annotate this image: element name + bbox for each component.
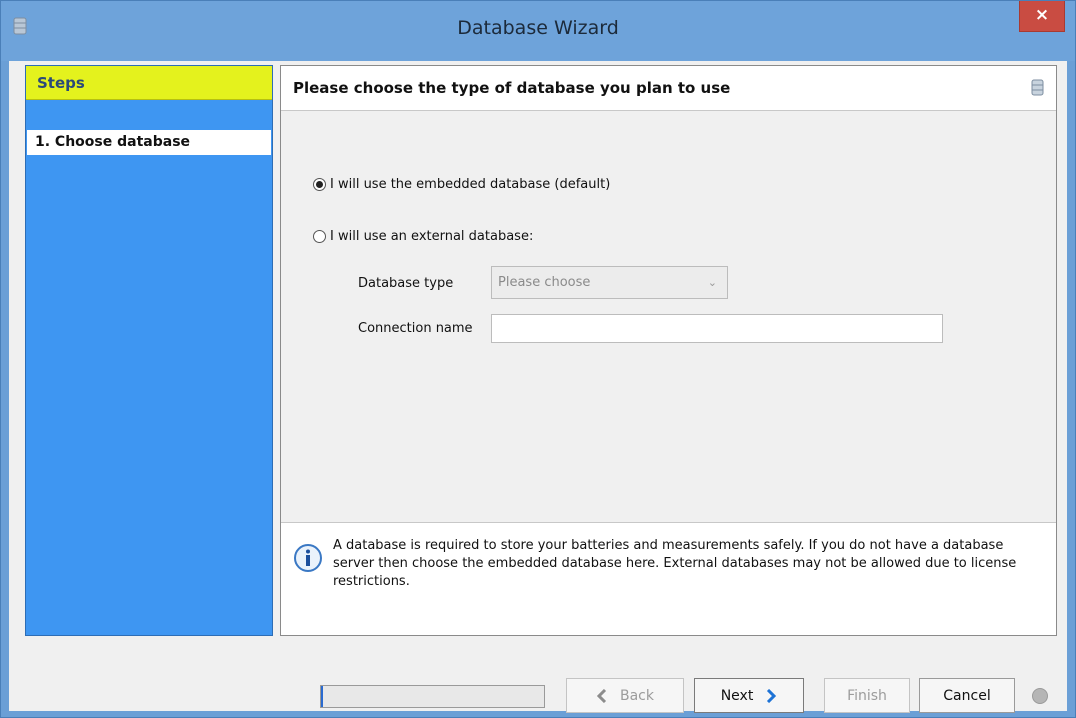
option-external-database[interactable]: I will use an external database: [313,229,533,244]
close-button[interactable]: × [1019,1,1065,32]
wizard-body: Steps 1. Choose database Please choose t… [9,61,1067,713]
steps-panel: Steps 1. Choose database [25,65,273,636]
status-icon [1032,688,1048,704]
back-label: Back [620,687,654,704]
database-icon [1031,79,1044,96]
radio-embedded[interactable] [313,178,326,191]
info-text: A database is required to store your bat… [333,538,1017,589]
back-button[interactable]: Back [566,678,684,713]
database-type-value: Please choose [498,275,591,290]
next-label: Next [720,687,754,704]
progress-fill [321,686,323,707]
chevron-right-icon [767,688,777,703]
database-type-label: Database type [358,276,454,291]
connection-name-label: Connection name [358,321,473,336]
step-item-choose-database[interactable]: 1. Choose database [27,130,271,155]
info-area: A database is required to store your bat… [281,522,1056,635]
chevron-down-icon: ⌄ [707,276,717,289]
steps-header: Steps [26,66,272,100]
page-title: Please choose the type of database you p… [293,79,731,97]
radio-external[interactable] [313,230,326,243]
finish-button[interactable]: Finish [824,678,910,713]
cancel-label: Cancel [943,687,991,704]
next-button[interactable]: Next [694,678,804,713]
finish-label: Finish [847,687,887,704]
info-icon [294,544,322,572]
option-embedded-database[interactable]: I will use the embedded database (defaul… [313,177,610,192]
main-panel: Please choose the type of database you p… [280,65,1057,636]
window-title: Database Wizard [457,17,619,39]
database-type-select[interactable]: Please choose ⌄ [491,266,728,299]
wizard-window: Database Wizard × Steps 1. Choose databa… [0,0,1076,718]
connection-name-field[interactable] [491,314,943,343]
progress-bar [320,685,545,708]
option-external-label: I will use an external database: [330,229,534,244]
chevron-left-icon [596,688,607,703]
close-icon: × [1034,5,1050,25]
main-header: Please choose the type of database you p… [281,66,1056,111]
title-bar[interactable]: Database Wizard × [1,1,1075,61]
cancel-button[interactable]: Cancel [919,678,1015,713]
option-embedded-label: I will use the embedded database (defaul… [330,177,611,192]
